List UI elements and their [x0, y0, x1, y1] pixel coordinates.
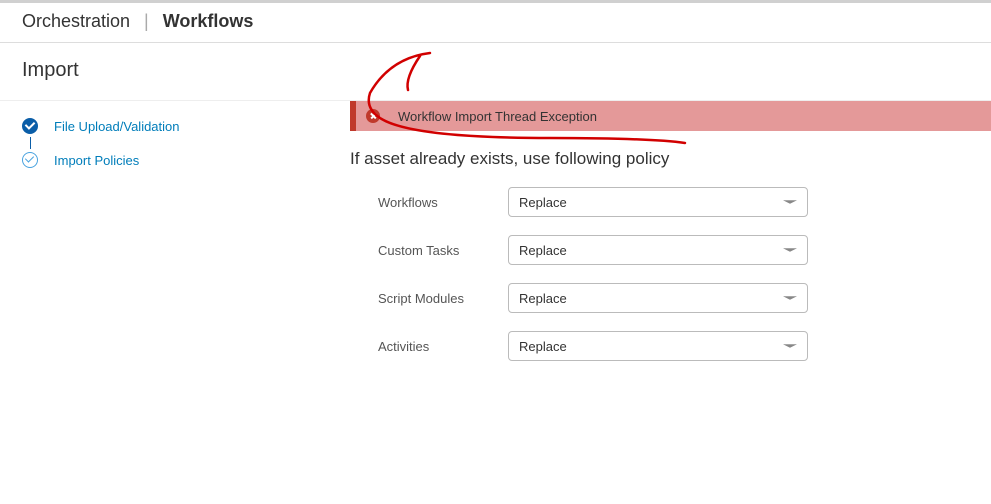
breadcrumb-separator: |	[144, 11, 149, 32]
wizard-step-file-upload[interactable]: File Upload/Validation	[22, 115, 350, 137]
main-panel: Workflow Import Thread Exception If asse…	[350, 101, 991, 379]
activities-select[interactable]: Replace	[508, 331, 808, 361]
field-activities: Activities Replace	[378, 331, 991, 361]
wizard-step-label: File Upload/Validation	[54, 119, 180, 134]
breadcrumb-parent[interactable]: Orchestration	[22, 11, 130, 32]
field-label: Script Modules	[378, 291, 508, 306]
error-banner: Workflow Import Thread Exception	[350, 101, 991, 131]
script-modules-select[interactable]: Replace	[508, 283, 808, 313]
select-value: Replace	[519, 243, 567, 258]
breadcrumb-current: Workflows	[163, 11, 254, 32]
select-value: Replace	[519, 291, 567, 306]
wizard-step-label: Import Policies	[54, 153, 139, 168]
page-title: Import	[0, 43, 991, 101]
chevron-down-icon	[783, 200, 797, 204]
select-value: Replace	[519, 195, 567, 210]
breadcrumb: Orchestration | Workflows	[0, 3, 991, 43]
field-label: Custom Tasks	[378, 243, 508, 258]
field-label: Workflows	[378, 195, 508, 210]
workflows-select[interactable]: Replace	[508, 187, 808, 217]
check-circle-icon	[22, 118, 38, 134]
field-custom-tasks: Custom Tasks Replace	[378, 235, 991, 265]
wizard-step-import-policies[interactable]: Import Policies	[22, 149, 350, 171]
field-label: Activities	[378, 339, 508, 354]
custom-tasks-select[interactable]: Replace	[508, 235, 808, 265]
chevron-down-icon	[783, 344, 797, 348]
field-workflows: Workflows Replace	[378, 187, 991, 217]
select-value: Replace	[519, 339, 567, 354]
error-icon	[366, 109, 380, 123]
chevron-down-icon	[783, 248, 797, 252]
error-message: Workflow Import Thread Exception	[398, 109, 597, 124]
content-area: File Upload/Validation Import Policies W…	[0, 101, 991, 379]
section-heading: If asset already exists, use following p…	[350, 149, 991, 169]
field-script-modules: Script Modules Replace	[378, 283, 991, 313]
chevron-circle-icon	[22, 152, 38, 168]
chevron-down-icon	[783, 296, 797, 300]
policy-form: Workflows Replace Custom Tasks Replace S…	[350, 187, 991, 361]
step-connector	[30, 137, 31, 149]
wizard-sidebar: File Upload/Validation Import Policies	[0, 101, 350, 379]
